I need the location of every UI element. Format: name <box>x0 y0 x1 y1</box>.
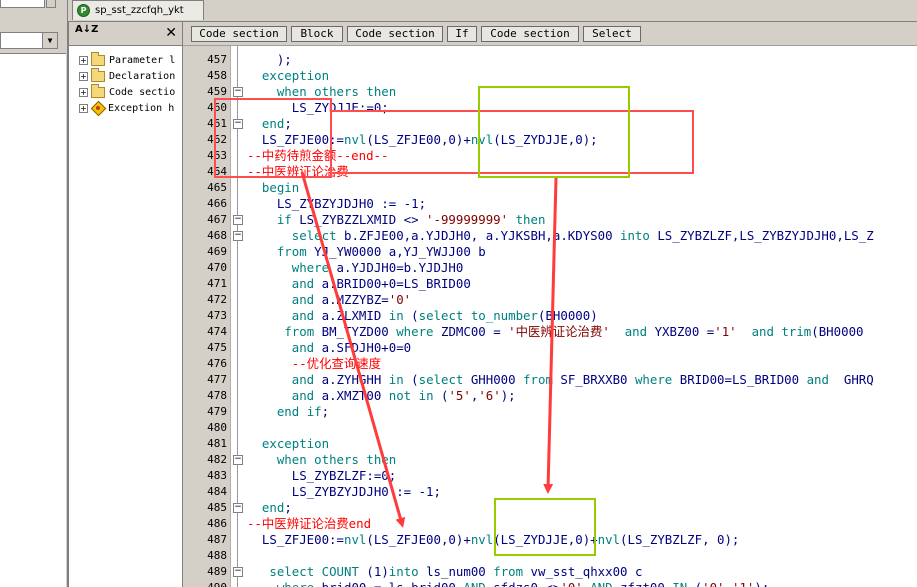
code-line[interactable]: exception <box>247 68 329 84</box>
breadcrumb-if[interactable]: If <box>447 26 477 42</box>
line-number: 480 <box>207 421 227 434</box>
expand-icon[interactable]: + <box>79 55 88 65</box>
code-line[interactable]: where brid00 = ls_brid00 AND sfdzs0 <>'0… <box>247 580 769 587</box>
code-line[interactable]: and a.XMZT00 not in ('5','6'); <box>247 388 516 404</box>
code-line[interactable]: --中医辨证论治费end <box>247 516 371 532</box>
line-number: 490 <box>183 580 227 587</box>
line-number: 470 <box>207 261 227 274</box>
code-line[interactable]: LS_ZYBZYJDJH0 := -1; <box>247 196 426 212</box>
line-number: 482 <box>207 453 227 466</box>
code-line[interactable]: and a.SFDJH0+0=0 <box>247 340 411 356</box>
annotation-green-box <box>494 498 596 556</box>
left-top-button[interactable] <box>46 0 56 8</box>
tree-item-label: Parameter l <box>109 54 176 66</box>
fold-toggle-icon[interactable]: − <box>233 455 243 465</box>
fold-toggle-icon[interactable]: − <box>233 215 243 225</box>
tree-toolbar: A↓Z ✕ <box>69 22 183 46</box>
left-side-panel: ▼ <box>0 0 68 587</box>
code-line[interactable]: end; <box>247 500 292 516</box>
breadcrumb-select[interactable]: Select <box>583 26 641 42</box>
line-number: 466 <box>207 197 227 210</box>
expand-icon[interactable]: + <box>79 71 88 81</box>
code-line[interactable]: --优化查询速度 <box>247 356 381 372</box>
left-top-field[interactable] <box>0 0 45 8</box>
breadcrumb: Code section Block Code section If Code … <box>183 22 917 46</box>
tree-item-code-section[interactable]: + Code sectio <box>79 83 176 100</box>
tree-item-label: Code sectio <box>109 86 176 98</box>
sort-icon[interactable]: A↓Z <box>75 25 98 35</box>
line-number: 479 <box>207 405 227 418</box>
line-number: 476 <box>207 357 227 370</box>
tab-label: sp_sst_zzcfqh_ykt <box>95 5 184 16</box>
code-line[interactable]: from BM_TYZD00 where ZDMC00 = '中医辨证论治费' … <box>247 324 863 340</box>
line-number: 489 <box>207 565 227 578</box>
line-number: 477 <box>207 373 227 386</box>
tree-item-label: Declaration <box>109 70 176 82</box>
code-line[interactable]: if LS_ZYBZZLXMID <> '-99999999' then <box>247 212 546 228</box>
code-line[interactable]: end if; <box>247 404 329 420</box>
tree-item-declaration[interactable]: + Declaration <box>79 67 176 84</box>
code-line[interactable]: select COUNT (1)into ls_num00 from vw_ss… <box>247 564 642 580</box>
line-number: 475 <box>207 341 227 354</box>
tree-item-label: Exception h <box>108 102 175 114</box>
line-number: 483 <box>207 469 227 482</box>
code-line[interactable]: and a.ZYHGHH in (select GHH000 from SF_B… <box>247 372 874 388</box>
tree-item-parameter[interactable]: + Parameter l <box>79 51 176 68</box>
code-line[interactable]: begin <box>247 180 299 196</box>
folder-icon <box>91 67 105 82</box>
fold-toggle-icon[interactable]: − <box>233 87 243 97</box>
line-number: 484 <box>207 485 227 498</box>
line-number: 488 <box>207 549 227 562</box>
procedure-icon: P <box>77 4 90 17</box>
annotation-red-box <box>214 98 332 178</box>
code-line[interactable]: and a.ZLXMID in (select to_number(BH0000… <box>247 308 598 324</box>
breadcrumb-code-section[interactable]: Code section <box>191 26 287 42</box>
line-number: 468 <box>207 229 227 242</box>
breadcrumb-code-section[interactable]: Code section <box>347 26 443 42</box>
code-line[interactable]: ); <box>247 52 292 68</box>
code-line[interactable]: where a.YJDJH0=b.YJDJH0 <box>247 260 464 276</box>
line-number: 457 <box>207 53 227 66</box>
breadcrumb-code-section[interactable]: Code section <box>481 26 579 42</box>
line-number: 485 <box>207 501 227 514</box>
code-line[interactable]: when others then <box>247 452 396 468</box>
line-number: 465 <box>207 181 227 194</box>
line-number: 474 <box>207 325 227 338</box>
exception-icon <box>91 101 105 115</box>
breadcrumb-block[interactable]: Block <box>291 26 343 42</box>
code-tree-panel: A↓Z ✕ + Parameter l + Declaration + Code… <box>68 22 183 587</box>
code-line[interactable]: from YJ_YW0000 a,YJ_YWJJ00 b <box>247 244 486 260</box>
line-number: 478 <box>207 389 227 402</box>
fold-toggle-icon[interactable]: − <box>233 231 243 241</box>
annotation-green-box <box>478 86 630 178</box>
tab-procedure[interactable]: P sp_sst_zzcfqh_ykt <box>72 0 204 20</box>
fold-toggle-icon[interactable]: − <box>233 567 243 577</box>
code-line[interactable]: LS_ZYBZYJDJH0 := -1; <box>247 484 441 500</box>
code-line[interactable]: LS_ZYBZLZF:=0; <box>247 468 396 484</box>
tab-strip: P sp_sst_zzcfqh_ykt <box>68 0 917 22</box>
left-list[interactable] <box>0 53 66 587</box>
line-number: 472 <box>207 293 227 306</box>
line-number: 487 <box>207 533 227 546</box>
expand-icon[interactable]: + <box>79 103 88 113</box>
folder-icon <box>91 51 105 66</box>
code-line[interactable]: and a.BRID00+0=LS_BRID00 <box>247 276 471 292</box>
fold-toggle-icon[interactable]: − <box>233 503 243 513</box>
chevron-down-icon[interactable]: ▼ <box>42 33 57 48</box>
folder-icon <box>91 83 105 98</box>
line-number: 458 <box>207 69 227 82</box>
line-number: 471 <box>207 277 227 290</box>
line-number: 469 <box>207 245 227 258</box>
code-line[interactable]: exception <box>247 436 329 452</box>
close-icon[interactable]: ✕ <box>165 25 177 41</box>
line-number: 486 <box>207 517 227 530</box>
line-number: 481 <box>207 437 227 450</box>
code-line[interactable]: and a.MZZYBZ='0' <box>247 292 411 308</box>
object-combo[interactable]: ▼ <box>0 32 58 49</box>
line-number: 467 <box>207 213 227 226</box>
expand-icon[interactable]: + <box>79 87 88 97</box>
tree-item-exception[interactable]: + Exception h <box>79 100 174 116</box>
line-number: 473 <box>207 309 227 322</box>
code-line[interactable]: select b.ZFJE00,a.YJDJH0, a.YJKSBH,a.KDY… <box>247 228 874 244</box>
